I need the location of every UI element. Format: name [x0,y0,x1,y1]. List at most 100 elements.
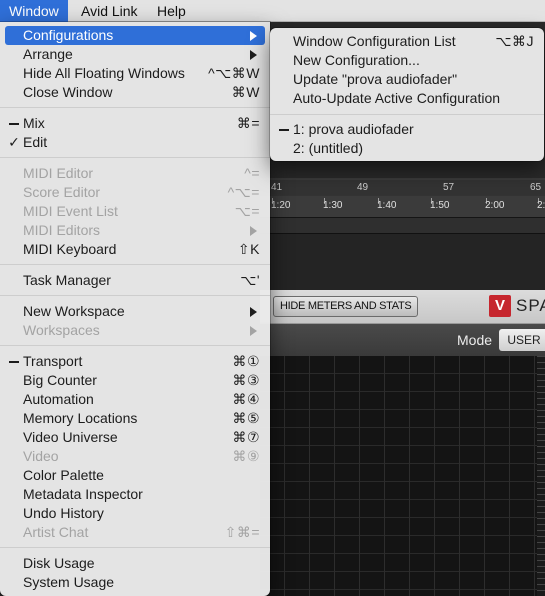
menu-shortcut: ⌘⑦ [232,429,260,445]
menu-shortcut: ⇧K [237,241,260,257]
window-menu: Configurations Arrange Hide All Floating… [0,22,270,596]
track-lane [260,234,545,290]
mode-label: Mode [457,332,493,348]
menu-item-label: MIDI Editors [23,222,101,238]
menu-shortcut: ⌘= [236,115,260,131]
menu-shortcut: ^⌥= [227,184,260,200]
plugin-header: HIDE METERS AND STATS V SPA [260,290,545,324]
menu-shortcut: ⌘④ [232,391,260,407]
menu-item-automation[interactable]: Automation ⌘④ [5,390,265,409]
mode-user-button[interactable]: USER [499,329,545,351]
menu-item-label: Artist Chat [23,524,89,540]
time-label: 2:00 [485,200,505,211]
menu-item-label: Automation [23,391,94,407]
menu-separator [0,345,270,346]
menu-item-label: MIDI Event List [23,203,118,219]
menu-item-midi-editor: MIDI Editor ^= [5,164,265,183]
menu-item-midi-event-list: MIDI Event List ⌥= [5,202,265,221]
menu-shortcut: ⌥= [234,203,260,219]
menu-item-configurations[interactable]: Configurations [5,26,265,45]
bar-number: 49 [357,182,369,193]
menu-item-label: Configurations [23,27,114,43]
menu-separator [0,264,270,265]
submenu-arrow-icon [250,31,257,41]
plugin-logo-icon: V [489,295,511,317]
menu-separator [0,107,270,108]
menu-item-label: Disk Usage [23,555,95,571]
menu-item-label: Window Configuration List [293,33,456,49]
submenu-item-update-configuration[interactable]: Update "prova audiofader" [275,70,539,89]
menu-item-mix[interactable]: Mix ⌘= [5,114,265,133]
menu-item-label: Workspaces [23,322,100,338]
plugin-mode-row: Mode USER [260,324,545,356]
menu-item-label: Mix [23,115,45,131]
menu-shortcut: ⌘③ [232,372,260,388]
menu-item-color-palette[interactable]: Color Palette [5,466,265,485]
menu-shortcut: ⌥⌘J [495,33,534,49]
menu-item-metadata-inspector[interactable]: Metadata Inspector [5,485,265,504]
menu-item-big-counter[interactable]: Big Counter ⌘③ [5,371,265,390]
menu-shortcut: ⌘W [231,84,260,100]
menu-item-transport[interactable]: Transport ⌘① [5,352,265,371]
submenu-arrow-icon [250,326,257,336]
submenu-arrow-icon [250,307,257,317]
menu-shortcut: ^= [244,165,260,181]
menu-item-memory-locations[interactable]: Memory Locations ⌘⑤ [5,409,265,428]
menu-item-close-window[interactable]: Close Window ⌘W [5,83,265,102]
menu-item-label: 2: (untitled) [293,140,364,156]
menu-item-label: Video Universe [23,429,118,445]
minsecs-ruler: 1:20 1:30 1:40 1:50 2:00 2:10 [260,198,545,216]
menu-item-midi-editors: MIDI Editors [5,221,265,240]
menu-separator [0,547,270,548]
menu-item-edit[interactable]: ✓ Edit [5,133,265,152]
menu-shortcut: ⇧⌘= [224,524,260,540]
menu-item-label: Video [23,448,59,464]
submenu-arrow-icon [250,50,257,60]
menu-help[interactable]: Help [148,0,195,22]
time-label: 1:30 [323,200,343,211]
menu-item-label: 1: prova audiofader [293,121,414,137]
bar-number: 65 [530,182,542,193]
menu-item-label: Color Palette [23,467,104,483]
menu-shortcut: ⌘① [232,353,260,369]
menu-item-undo-history[interactable]: Undo History [5,504,265,523]
hide-meters-button[interactable]: HIDE METERS AND STATS [273,296,419,317]
meter-display [260,356,545,596]
menu-item-label: System Usage [23,574,115,590]
menu-item-task-manager[interactable]: Task Manager ⌥' [5,271,265,290]
timeline-ruler[interactable]: 41 49 57 65 1:20 1:30 1:40 1:50 2:00 2:1… [260,178,545,218]
menu-item-system-usage[interactable]: System Usage [5,573,265,592]
menu-shortcut: ⌘⑨ [232,448,260,464]
menu-item-video-universe[interactable]: Video Universe ⌘⑦ [5,428,265,447]
menu-separator [0,295,270,296]
menu-avid-link[interactable]: Avid Link [72,0,147,22]
menu-item-arrange[interactable]: Arrange [5,45,265,64]
checkmark-icon: ✓ [8,134,20,150]
submenu-item-config-1[interactable]: 1: prova audiofader [275,120,539,139]
submenu-item-config-2[interactable]: 2: (untitled) [275,139,539,158]
menu-window[interactable]: Window [0,0,68,22]
menu-item-workspaces: Workspaces [5,321,265,340]
menu-item-label: Update "prova audiofader" [293,71,458,87]
time-label: 1:20 [271,200,291,211]
menu-item-label: Undo History [23,505,104,521]
menu-item-label: Task Manager [23,272,111,288]
menu-item-new-workspace[interactable]: New Workspace [5,302,265,321]
submenu-arrow-icon [250,226,257,236]
menu-shortcut: ^⌥⌘W [208,65,260,81]
plugin-brand-text: SPA [516,296,545,315]
menu-item-label: Hide All Floating Windows [23,65,185,81]
bar-number: 41 [271,182,283,193]
menu-item-hide-all-floating-windows[interactable]: Hide All Floating Windows ^⌥⌘W [5,64,265,83]
menu-bar: Window Avid Link Help [0,0,545,22]
menu-item-label: Arrange [23,46,73,62]
submenu-item-window-configuration-list[interactable]: Window Configuration List ⌥⌘J [275,32,539,51]
submenu-item-new-configuration[interactable]: New Configuration... [275,51,539,70]
submenu-item-auto-update[interactable]: Auto-Update Active Configuration [275,89,539,108]
menu-item-midi-keyboard[interactable]: MIDI Keyboard ⇧K [5,240,265,259]
menu-item-label: Auto-Update Active Configuration [293,90,501,106]
menu-shortcut: ⌥' [240,272,260,288]
menu-item-label: Big Counter [23,372,97,388]
menu-item-label: Edit [23,134,48,150]
menu-item-disk-usage[interactable]: Disk Usage [5,554,265,573]
